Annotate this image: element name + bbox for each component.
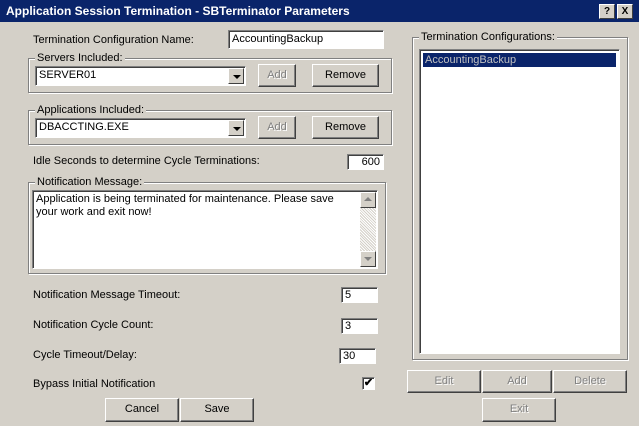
configurations-listbox[interactable]: AccountingBackup <box>419 49 620 354</box>
applications-remove-button[interactable]: Remove <box>312 116 379 139</box>
applications-add-button[interactable]: Add <box>258 116 296 139</box>
servers-combobox[interactable]: SERVER01 <box>35 66 246 86</box>
notification-scrollbar[interactable] <box>360 192 376 267</box>
list-item[interactable]: AccountingBackup <box>423 53 616 67</box>
chevron-down-icon[interactable] <box>228 120 244 136</box>
add-configuration-button[interactable]: Add <box>482 370 552 393</box>
notification-cycle-count-label: Notification Cycle Count: <box>33 319 154 331</box>
notification-message-legend: Notification Message: <box>35 176 145 188</box>
exit-button[interactable]: Exit <box>482 398 556 422</box>
servers-selected: SERVER01 <box>39 69 97 81</box>
notification-message-text: Application is being terminated for main… <box>36 193 334 218</box>
applications-selected: DBACCTING.EXE <box>39 121 129 133</box>
configurations-legend: Termination Configurations: <box>419 31 557 43</box>
applications-combobox[interactable]: DBACCTING.EXE <box>35 118 246 138</box>
delete-button[interactable]: Delete <box>553 370 627 393</box>
bypass-notification-checkbox[interactable]: ✔ <box>362 377 375 390</box>
close-icon[interactable]: X <box>617 4 633 19</box>
notification-timeout-input[interactable]: 5 <box>341 287 378 303</box>
save-button[interactable]: Save <box>180 398 254 422</box>
cancel-button[interactable]: Cancel <box>105 398 179 422</box>
config-name-input[interactable]: AccountingBackup <box>228 30 384 49</box>
title-bar: Application Session Termination - SBTerm… <box>0 0 639 22</box>
bypass-notification-label: Bypass Initial Notification <box>33 378 156 390</box>
idle-seconds-label: Idle Seconds to determine Cycle Terminat… <box>33 155 260 167</box>
servers-legend: Servers Included: <box>35 52 125 64</box>
dialog-window: Application Session Termination - SBTerm… <box>0 0 639 426</box>
notification-message-textarea[interactable]: Application is being terminated for main… <box>32 190 378 269</box>
scroll-up-icon[interactable] <box>360 192 376 208</box>
chevron-down-icon[interactable] <box>228 68 244 84</box>
cycle-timeout-input[interactable]: 30 <box>339 348 376 364</box>
idle-seconds-input[interactable]: 600 <box>347 154 384 170</box>
servers-remove-button[interactable]: Remove <box>312 64 379 87</box>
applications-legend: Applications Included: <box>35 104 147 116</box>
notification-cycle-count-input[interactable]: 3 <box>341 318 378 334</box>
scroll-down-icon[interactable] <box>360 251 376 267</box>
edit-button[interactable]: Edit <box>407 370 481 393</box>
window-title: Application Session Termination - SBTerm… <box>6 4 350 18</box>
help-icon[interactable]: ? <box>599 4 615 19</box>
notification-timeout-label: Notification Message Timeout: <box>33 289 181 301</box>
cycle-timeout-label: Cycle Timeout/Delay: <box>33 349 137 361</box>
servers-add-button[interactable]: Add <box>258 64 296 87</box>
config-name-label: Termination Configuration Name: <box>33 34 194 46</box>
